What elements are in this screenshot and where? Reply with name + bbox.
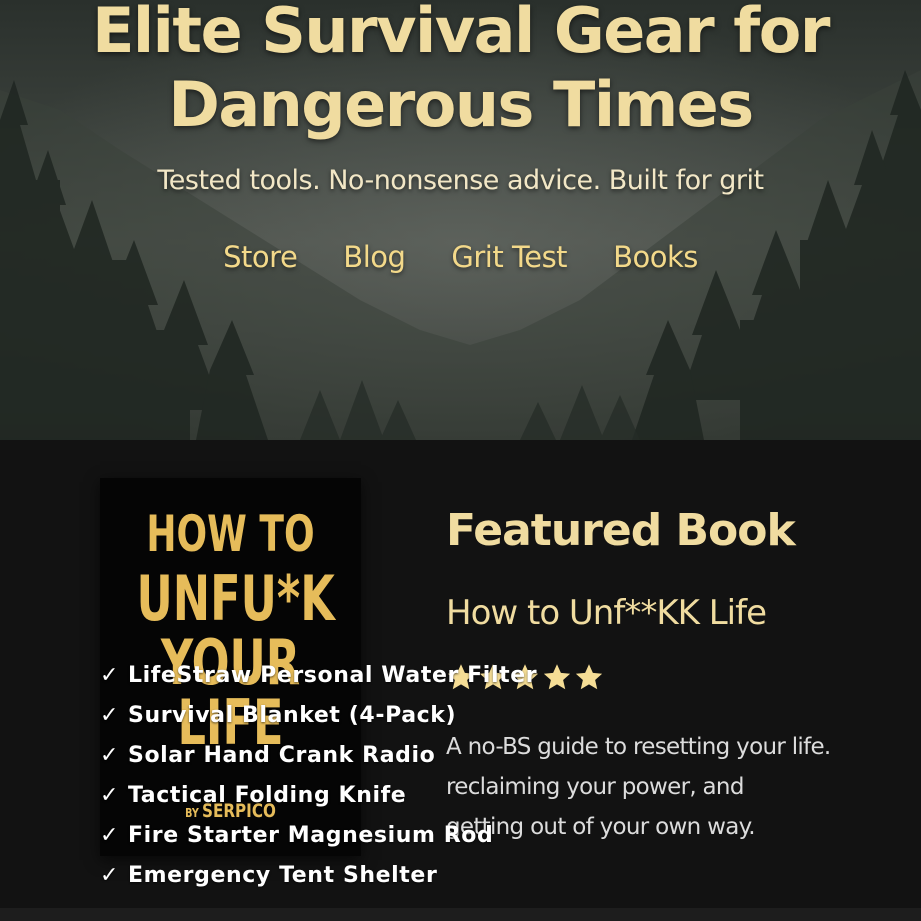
nav-books-link[interactable]: Books bbox=[613, 240, 698, 274]
featured-heading: Featured Book bbox=[446, 505, 796, 556]
list-item[interactable]: ✓ Solar Hand Crank Radio bbox=[100, 736, 537, 776]
hero-title-line2: Dangerous Times bbox=[168, 68, 754, 141]
list-item[interactable]: ✓ Fire Starter Magnesium Rod bbox=[100, 816, 537, 856]
hero-banner: Elite Survival Gear for Dangerous Times … bbox=[0, 0, 921, 440]
footer-strip bbox=[0, 908, 921, 921]
check-icon: ✓ bbox=[100, 703, 120, 728]
product-name: Solar Hand Crank Radio bbox=[128, 743, 436, 768]
check-icon: ✓ bbox=[100, 783, 120, 808]
hero-title-line1: Elite Survival Gear for bbox=[92, 0, 830, 67]
list-item[interactable]: ✓ LifeStraw Personal Water Filter bbox=[100, 656, 537, 696]
product-name: Survival Blanket (4-Pack) bbox=[128, 703, 457, 728]
product-name: Tactical Folding Knife bbox=[128, 783, 407, 808]
list-item[interactable]: ✓ Emergency Tent Shelter bbox=[100, 856, 537, 896]
cover-line-2: UNFU*K bbox=[136, 562, 335, 635]
hero-tagline: Tested tools. No-nonsense advice. Built … bbox=[157, 165, 764, 196]
star-icon bbox=[575, 664, 603, 690]
hero-title: Elite Survival Gear for Dangerous Times bbox=[0, 0, 921, 142]
check-icon: ✓ bbox=[100, 663, 120, 688]
list-item[interactable]: ✓ Tactical Folding Knife bbox=[100, 776, 537, 816]
check-icon: ✓ bbox=[100, 863, 120, 888]
product-name: LifeStraw Personal Water Filter bbox=[128, 663, 538, 688]
cover-line-1: HOW TO bbox=[146, 505, 315, 563]
check-icon: ✓ bbox=[100, 743, 120, 768]
product-name: Fire Starter Magnesium Rod bbox=[128, 823, 494, 848]
nav-store-link[interactable]: Store bbox=[223, 240, 298, 274]
product-checklist: ✓ LifeStraw Personal Water Filter ✓ Surviv… bbox=[100, 656, 537, 896]
book-title[interactable]: How to Unf**KK Life bbox=[446, 593, 767, 633]
star-icon bbox=[543, 664, 571, 690]
main-nav: Store Blog Grit Test Books bbox=[0, 240, 921, 274]
check-icon: ✓ bbox=[100, 823, 120, 848]
nav-blog-link[interactable]: Blog bbox=[343, 240, 406, 274]
nav-grit-test-link[interactable]: Grit Test bbox=[451, 240, 567, 274]
list-item[interactable]: ✓ Survival Blanket (4-Pack) bbox=[100, 696, 537, 736]
product-name: Emergency Tent Shelter bbox=[128, 863, 438, 888]
